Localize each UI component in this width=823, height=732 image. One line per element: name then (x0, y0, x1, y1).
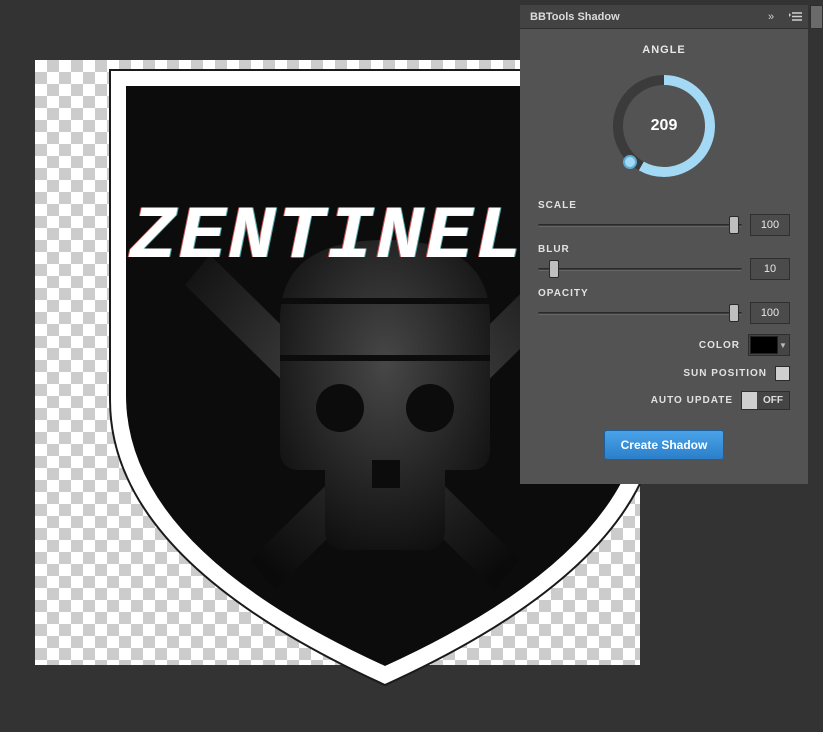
panel-header[interactable]: BBTools Shadow » (520, 5, 808, 29)
angle-dial-handle[interactable] (623, 155, 637, 169)
artwork-title-text: ZENTINELS (129, 195, 573, 280)
opacity-slider[interactable] (538, 305, 742, 321)
create-shadow-button[interactable]: Create Shadow (604, 430, 725, 460)
opacity-slider-thumb[interactable] (729, 304, 739, 322)
scale-label: SCALE (538, 200, 790, 211)
color-swatch (750, 336, 778, 354)
panel-title: BBTools Shadow (530, 11, 620, 23)
scale-value-input[interactable]: 100 (750, 214, 790, 236)
sun-position-label: SUN POSITION (683, 368, 767, 379)
opacity-label: OPACITY (538, 288, 790, 299)
adjacent-panel-edge (810, 5, 823, 29)
panel-menu-icon[interactable] (788, 10, 802, 24)
auto-update-toggle[interactable]: OFF (741, 391, 790, 410)
scale-slider-thumb[interactable] (729, 216, 739, 234)
blur-label: BLUR (538, 244, 790, 255)
blur-slider-thumb[interactable] (549, 260, 559, 278)
auto-update-state: OFF (757, 392, 789, 409)
color-label: COLOR (699, 340, 740, 351)
scale-slider[interactable] (538, 217, 742, 233)
toggle-knob (742, 392, 757, 409)
collapse-icon[interactable]: » (764, 10, 778, 24)
bbtools-shadow-panel: BBTools Shadow » ANGLE 209 SCALE (520, 5, 808, 484)
blur-value-input[interactable]: 10 (750, 258, 790, 280)
angle-value: 209 (604, 66, 724, 186)
chevron-down-icon: ▼ (778, 341, 788, 350)
angle-dial[interactable]: 209 (604, 66, 724, 186)
blur-slider[interactable] (538, 261, 742, 277)
color-picker[interactable]: ▼ (748, 334, 790, 356)
angle-label: ANGLE (538, 44, 790, 56)
sun-position-checkbox[interactable] (775, 366, 790, 381)
auto-update-label: AUTO UPDATE (651, 395, 733, 406)
opacity-value-input[interactable]: 100 (750, 302, 790, 324)
